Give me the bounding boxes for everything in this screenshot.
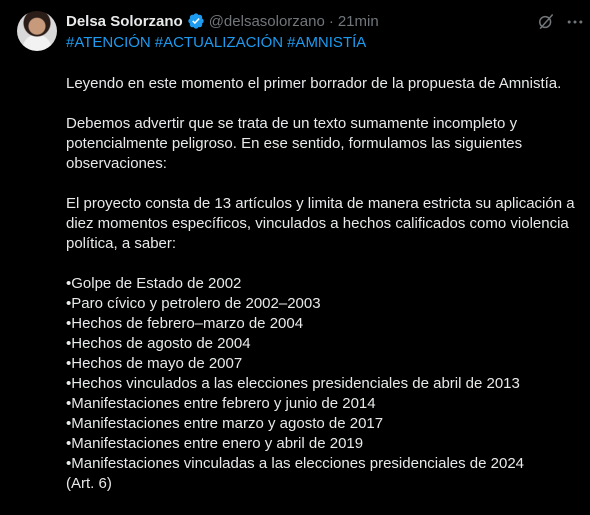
avatar[interactable] bbox=[17, 11, 57, 51]
tweet-text: Leyendo en este momento el primer borrad… bbox=[66, 74, 582, 494]
hashtag-link[interactable]: #ATENCIÓN bbox=[66, 34, 151, 51]
list-item: •Manifestaciones entre marzo y agosto de… bbox=[66, 415, 384, 432]
more-icon[interactable] bbox=[565, 12, 585, 32]
tweet-header: Delsa Solorzano @delsasolorzano · 21min bbox=[66, 11, 379, 31]
list-item: •Hechos de agosto de 2004 bbox=[66, 335, 251, 352]
hashtag-list: #ATENCIÓN #ACTUALIZACIÓN #AMNISTÍA bbox=[66, 34, 370, 51]
tweet-paragraph: El proyecto consta de 13 artículos y lim… bbox=[66, 195, 575, 252]
hashtag-link[interactable]: #AMNISTÍA bbox=[287, 34, 366, 51]
author-name[interactable]: Delsa Solorzano bbox=[66, 13, 183, 30]
list-item: •Hechos vinculados a las elecciones pres… bbox=[66, 375, 520, 392]
list-item: •Manifestaciones vinculadas a las elecci… bbox=[66, 455, 525, 472]
tweet-paragraph: Debemos advertir que se trata de un text… bbox=[66, 115, 523, 172]
list-item: •Hechos de mayo de 2007 bbox=[66, 355, 243, 372]
tweet-paragraph: Leyendo en este momento el primer borrad… bbox=[66, 75, 562, 92]
list-item: •Manifestaciones entre enero y abril de … bbox=[66, 435, 364, 452]
hashtag-link[interactable]: #ACTUALIZACIÓN bbox=[155, 34, 283, 51]
timestamp[interactable]: 21min bbox=[338, 13, 379, 30]
list-item: •Golpe de Estado de 2002 bbox=[66, 275, 242, 292]
verified-badge-icon bbox=[188, 13, 204, 29]
author-handle[interactable]: @delsasolorzano bbox=[209, 13, 325, 30]
list-item: •Paro cívico y petrolero de 2002–2003 bbox=[66, 295, 321, 312]
list-item: •Hechos de febrero–marzo de 2004 bbox=[66, 315, 304, 332]
separator-dot: · bbox=[328, 12, 334, 30]
grok-icon[interactable] bbox=[536, 12, 556, 32]
list-item: •Manifestaciones entre febrero y junio d… bbox=[66, 395, 376, 412]
list-item: (Art. 6) bbox=[66, 475, 112, 492]
